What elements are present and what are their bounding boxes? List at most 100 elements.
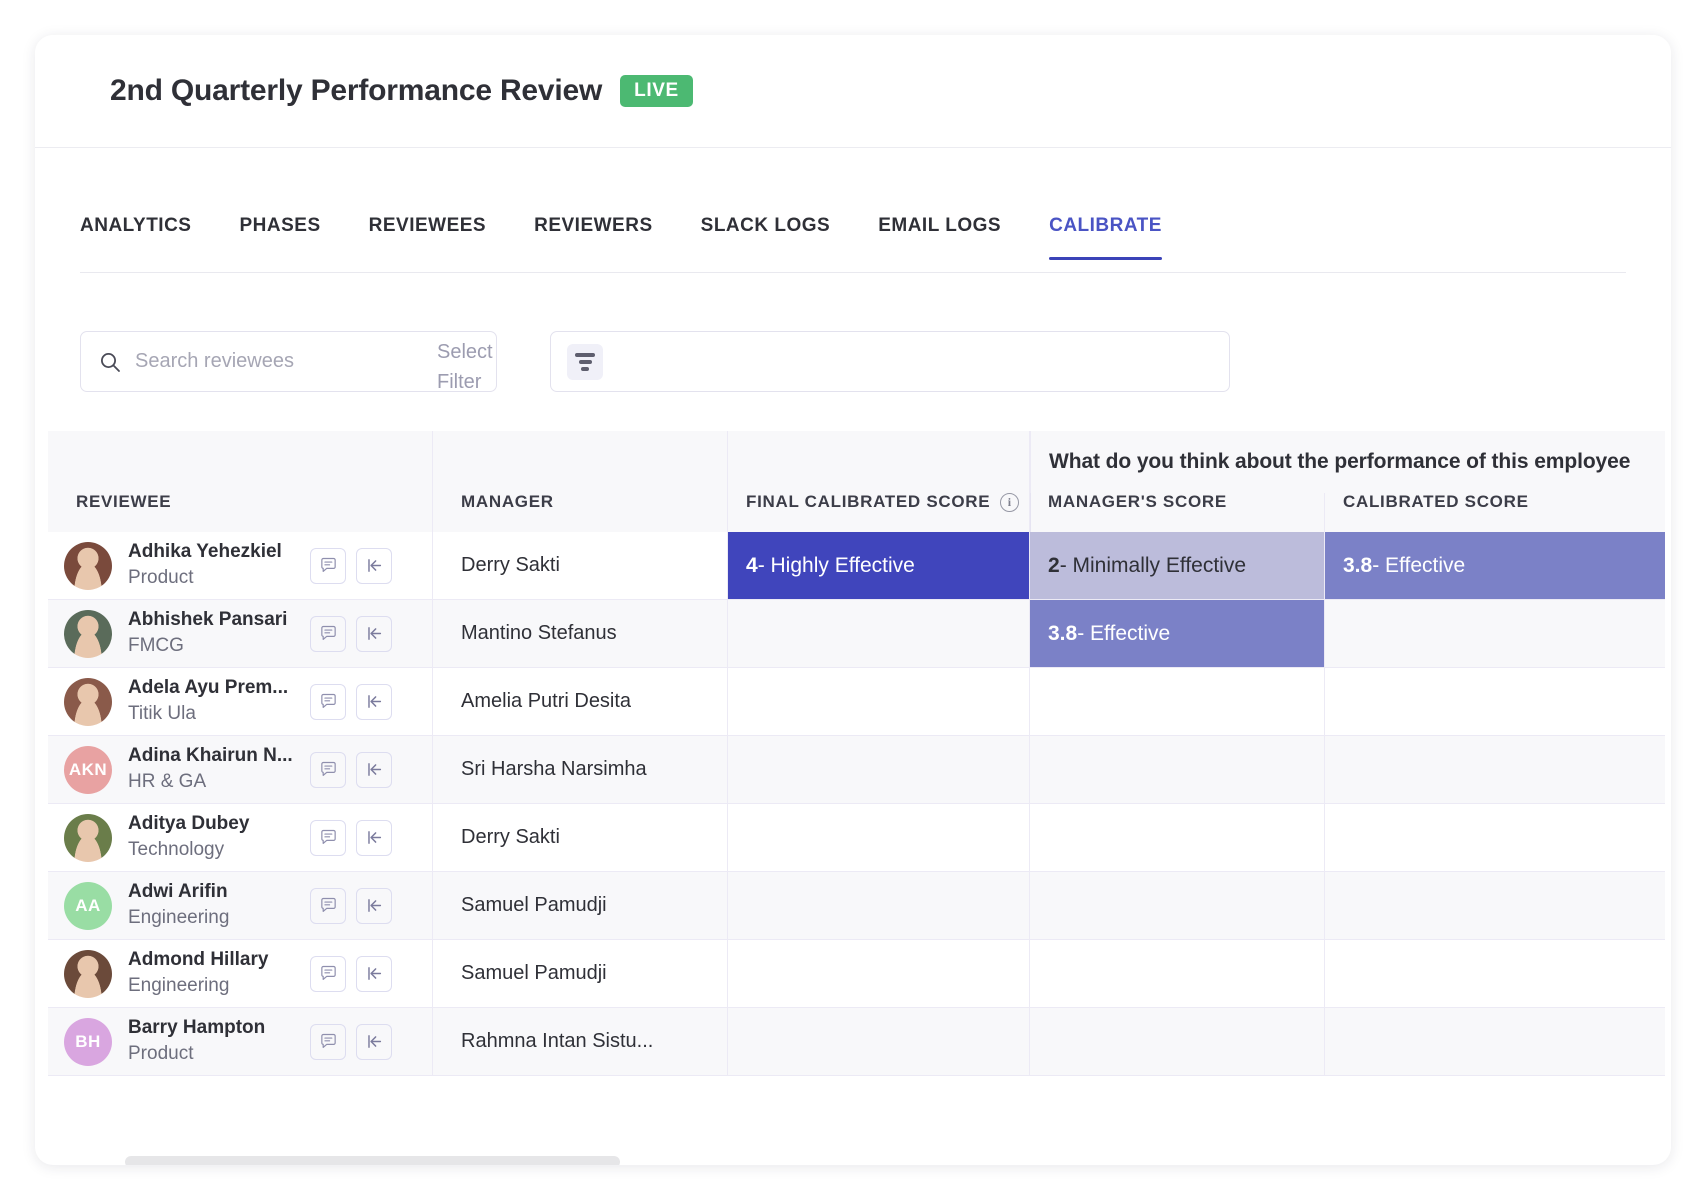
cell-final-score[interactable] — [728, 600, 1030, 668]
cell-manager: Derry Sakti — [433, 804, 728, 872]
comment-icon[interactable] — [310, 819, 346, 856]
table-row[interactable]: Admond Hillary Engineering Samuel Pamudji — [48, 940, 1665, 1008]
cell-managers-score[interactable] — [1030, 872, 1325, 940]
info-icon[interactable]: i — [1000, 492, 1020, 512]
manager-name: Rahmna Intan Sistu... — [461, 1030, 654, 1052]
cell-manager: Mantino Stefanus — [433, 600, 728, 668]
cell-calibrated-score[interactable] — [1325, 872, 1665, 940]
table-row[interactable]: Aditya Dubey Technology Derry Sakti — [48, 804, 1665, 872]
status-badge: LIVE — [620, 75, 693, 107]
cell-managers-score[interactable] — [1030, 736, 1325, 804]
collapse-left-icon[interactable] — [356, 547, 392, 584]
collapse-left-icon[interactable] — [356, 955, 392, 992]
reviewee-department: Engineering — [128, 907, 230, 929]
search-icon — [99, 351, 121, 373]
cell-managers-score[interactable] — [1030, 1008, 1325, 1076]
comment-icon[interactable] — [310, 955, 346, 992]
reviewee-department: Engineering — [128, 975, 230, 997]
collapse-left-icon[interactable] — [356, 683, 392, 720]
header-text-final-score: FINAL CALIBRATED SCORE — [746, 492, 991, 511]
header-label-reviewee: REVIEWEE — [76, 492, 172, 511]
cell-reviewee: AKN Adina Khairun N... HR & GA — [48, 736, 433, 804]
search-box[interactable] — [80, 331, 497, 392]
table-body: Adhika Yehezkiel Product Derry Sakti 4 - Hi… — [48, 532, 1665, 1076]
page-header: 2nd Quarterly Performance Review LIVE — [35, 35, 1671, 148]
filter-icon[interactable] — [567, 343, 603, 380]
cell-managers-score[interactable] — [1030, 668, 1325, 736]
comment-icon[interactable] — [310, 615, 346, 652]
cell-calibrated-score[interactable] — [1325, 668, 1665, 736]
cell-final-score[interactable] — [728, 668, 1030, 736]
table-row[interactable]: AKN Adina Khairun N... HR & GA Sri Harsha N… — [48, 736, 1665, 804]
manager-name: Derry Sakti — [461, 554, 560, 576]
cell-final-score[interactable] — [728, 736, 1030, 804]
cell-managers-score[interactable] — [1030, 804, 1325, 872]
tab-reviewers[interactable]: REVIEWERS — [534, 185, 653, 259]
cell-final-score[interactable] — [728, 940, 1030, 1008]
cell-final-score[interactable] — [728, 804, 1030, 872]
horizontal-scrollbar[interactable] — [125, 1156, 620, 1165]
tab-slack-logs[interactable]: SLACK LOGS — [701, 185, 831, 259]
reviewee-name: Barry Hampton — [128, 1017, 266, 1039]
reviewee-name: Adina Khairun N... — [128, 745, 293, 767]
avatar: BH — [64, 1017, 112, 1066]
table-row[interactable]: AA Adwi Arifin Engineering Samuel Pamudji — [48, 872, 1665, 940]
cell-calibrated-score[interactable] — [1325, 600, 1665, 668]
comment-icon[interactable] — [310, 887, 346, 924]
manager-name: Mantino Stefanus — [461, 622, 617, 644]
calibration-table: REVIEWEE MANAGER FINAL CALIBRATED SCORE … — [48, 431, 1665, 1165]
comment-icon[interactable] — [310, 1023, 346, 1060]
toolbar — [35, 274, 1671, 431]
collapse-left-icon[interactable] — [356, 615, 392, 652]
cell-managers-score[interactable]: 3.8 - Effective — [1030, 600, 1325, 668]
reviewee-department: Product — [128, 567, 194, 589]
comment-icon[interactable] — [310, 683, 346, 720]
collapse-left-icon[interactable] — [356, 819, 392, 856]
tab-email-logs[interactable]: EMAIL LOGS — [878, 185, 1001, 259]
manager-name: Sri Harsha Narsimha — [461, 758, 647, 780]
cell-managers-score[interactable] — [1030, 940, 1325, 1008]
cell-reviewee: Aditya Dubey Technology — [48, 804, 433, 872]
search-input[interactable] — [135, 350, 478, 373]
comment-icon[interactable] — [310, 751, 346, 788]
cell-manager: Derry Sakti — [433, 532, 728, 600]
calibrated-score-value[interactable]: 3.8 - Effective — [1325, 532, 1665, 599]
cell-reviewee: Abhishek Pansari FMCG — [48, 600, 433, 668]
header-label-calibrated-score: CALIBRATED SCORE — [1343, 492, 1529, 511]
table-row[interactable]: Adela Ayu Prem... Titik Ula Amelia Putri D… — [48, 668, 1665, 736]
cell-managers-score[interactable]: 2 - Minimally Effective — [1030, 532, 1325, 600]
cell-final-score[interactable] — [728, 1008, 1030, 1076]
cell-final-score[interactable]: 4 - Highly Effective — [728, 532, 1030, 600]
table-row[interactable]: Adhika Yehezkiel Product Derry Sakti 4 - Hi… — [48, 532, 1665, 600]
cell-reviewee: Adela Ayu Prem... Titik Ula — [48, 668, 433, 736]
question-group-label: What do you think about the performance … — [1049, 450, 1631, 473]
tab-calibrate[interactable]: CALIBRATE — [1049, 185, 1162, 260]
reviewee-department: Product — [128, 1043, 194, 1065]
managers-score-value[interactable]: 2 - Minimally Effective — [1030, 532, 1324, 599]
cell-calibrated-score[interactable] — [1325, 940, 1665, 1008]
cell-reviewee: BH Barry Hampton Product — [48, 1008, 433, 1076]
col-header-reviewee: REVIEWEE — [48, 431, 433, 532]
comment-icon[interactable] — [310, 547, 346, 584]
cell-manager: Samuel Pamudji — [433, 940, 728, 1008]
collapse-left-icon[interactable] — [356, 1023, 392, 1060]
tab-phases[interactable]: PHASES — [239, 185, 320, 259]
table-row[interactable]: Abhishek Pansari FMCG Mantino Stefanus 3.8 … — [48, 600, 1665, 668]
cell-calibrated-score[interactable] — [1325, 1008, 1665, 1076]
header-label-final-score: FINAL CALIBRATED SCORE i — [746, 492, 1020, 512]
tab-reviewees[interactable]: REVIEWEES — [369, 185, 486, 259]
collapse-left-icon[interactable] — [356, 751, 392, 788]
managers-score-value[interactable]: 3.8 - Effective — [1030, 600, 1324, 667]
reviewee-department: FMCG — [128, 635, 184, 657]
avatar — [64, 813, 112, 862]
cell-final-score[interactable] — [728, 872, 1030, 940]
final-score-value[interactable]: 4 - Highly Effective — [728, 532, 1029, 599]
cell-manager: Amelia Putri Desita — [433, 668, 728, 736]
collapse-left-icon[interactable] — [356, 887, 392, 924]
filter-select-box[interactable] — [550, 331, 1230, 392]
table-row[interactable]: BH Barry Hampton Product Rahmna Intan Sistu… — [48, 1008, 1665, 1076]
cell-calibrated-score[interactable] — [1325, 736, 1665, 804]
cell-calibrated-score[interactable] — [1325, 804, 1665, 872]
cell-calibrated-score[interactable]: 3.8 - Effective — [1325, 532, 1665, 600]
tab-analytics[interactable]: ANALYTICS — [80, 185, 191, 259]
